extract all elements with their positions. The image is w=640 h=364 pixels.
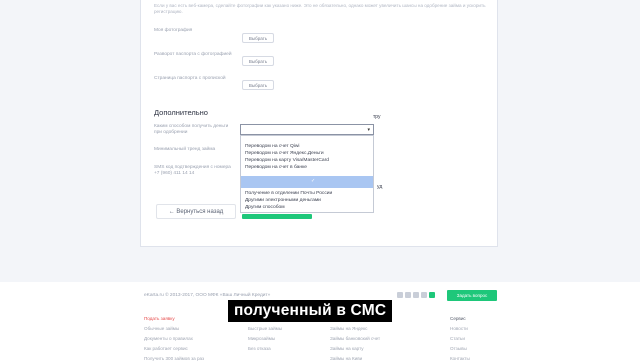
footer-link[interactable]: Без отказа — [248, 344, 282, 354]
passport-photo-choose-button[interactable]: Выбрать — [242, 56, 274, 66]
social-icon-fb[interactable] — [405, 292, 411, 298]
passport-registration-label: Страница паспорта с пропиской — [154, 76, 226, 81]
webcam-hint-text: Если у вас есть веб-камера, сделайте фот… — [154, 3, 486, 14]
receive-method-label: Каким способом получить деньги при одобр… — [154, 124, 229, 135]
footer-link[interactable]: Быстрые займы — [248, 324, 282, 334]
footer-link[interactable]: Контакты — [450, 354, 470, 364]
my-photo-label: Моя фотография — [154, 28, 193, 33]
footer-link[interactable]: Новости — [450, 324, 470, 334]
footer-link[interactable]: Документы о правилах — [144, 334, 204, 344]
chevron-down-icon: ▾ — [367, 127, 370, 133]
footer-link-head[interactable]: Сервис — [450, 314, 470, 324]
footer-link[interactable]: Статьи — [450, 334, 470, 344]
dropdown-option-qiwi[interactable]: Переводом на счет Qiwi — [245, 144, 300, 150]
social-icon-other[interactable] — [429, 292, 435, 298]
check-icon: ✓ — [311, 178, 316, 184]
footer-column-apply: Подать заявку Обычные займы Документы о … — [144, 314, 204, 364]
footer-column-service: Сервис Новости Статьи Отзывы Контакты — [450, 314, 470, 364]
ask-question-button[interactable]: Задать вопрос — [447, 290, 497, 301]
submit-button[interactable] — [242, 214, 312, 219]
social-icon-ok[interactable] — [421, 292, 427, 298]
receive-method-select[interactable]: ▾ — [240, 124, 374, 135]
back-button[interactable]: ← Вернуться назад — [156, 204, 236, 219]
footer-link[interactable]: Займы на Яндекс — [330, 324, 380, 334]
footer-link[interactable]: Как работает сервис — [144, 344, 204, 354]
passport-photo-label: Разворот паспорта с фотографией — [154, 52, 232, 57]
dropdown-option-post[interactable]: Получение в отделении Почты России — [245, 191, 332, 197]
side-text-truncated: тру — [373, 114, 381, 120]
min-term-label: Минимальный тренд займа — [154, 147, 216, 152]
passport-registration-choose-button[interactable]: Выбрать — [242, 80, 274, 90]
dropdown-option-card[interactable]: Переводом на карту Visa/MasterCard — [245, 158, 329, 164]
dropdown-option-yandex[interactable]: Переводом на счет Яндекс.Деньги — [245, 151, 324, 157]
dropdown-option-bank[interactable]: Переводом на счет в банке — [245, 165, 307, 171]
footer-link[interactable]: Получить 300 займов за раз — [144, 354, 204, 364]
footer-link[interactable]: Обычные займы — [144, 324, 204, 334]
receive-method-dropdown: Переводом на счет Qiwi Переводом на счет… — [240, 135, 374, 213]
section-title-additional: Дополнительно — [154, 108, 208, 117]
video-subtitle: полученный в СМС — [228, 300, 393, 322]
social-icon-vk[interactable] — [397, 292, 403, 298]
social-icon-tw[interactable] — [413, 292, 419, 298]
dropdown-option-other[interactable]: Другим способом — [245, 205, 285, 211]
footer-link[interactable]: Займы на Киви — [330, 354, 380, 364]
footer-link[interactable]: Займы на карту — [330, 344, 380, 354]
footer-link[interactable]: Микрозаймы — [248, 334, 282, 344]
footer-link[interactable]: Отзывы — [450, 344, 470, 354]
side-text: уд — [377, 184, 383, 190]
footer-copyright: eKarta.ru © 2013-2017, ООО МФК «Ваш Личн… — [144, 293, 271, 298]
dropdown-option-emoney[interactable]: Другими электронными деньгами — [245, 198, 321, 204]
dropdown-option-highlighted[interactable]: ✓ — [241, 176, 373, 188]
footer-link-head[interactable]: Подать заявку — [144, 314, 204, 324]
my-photo-choose-button[interactable]: Выбрать — [242, 33, 274, 43]
footer-link[interactable]: Займы банковский счет — [330, 334, 380, 344]
sms-code-label: SMS код подтверждения с номера +7 (960) … — [154, 165, 231, 176]
